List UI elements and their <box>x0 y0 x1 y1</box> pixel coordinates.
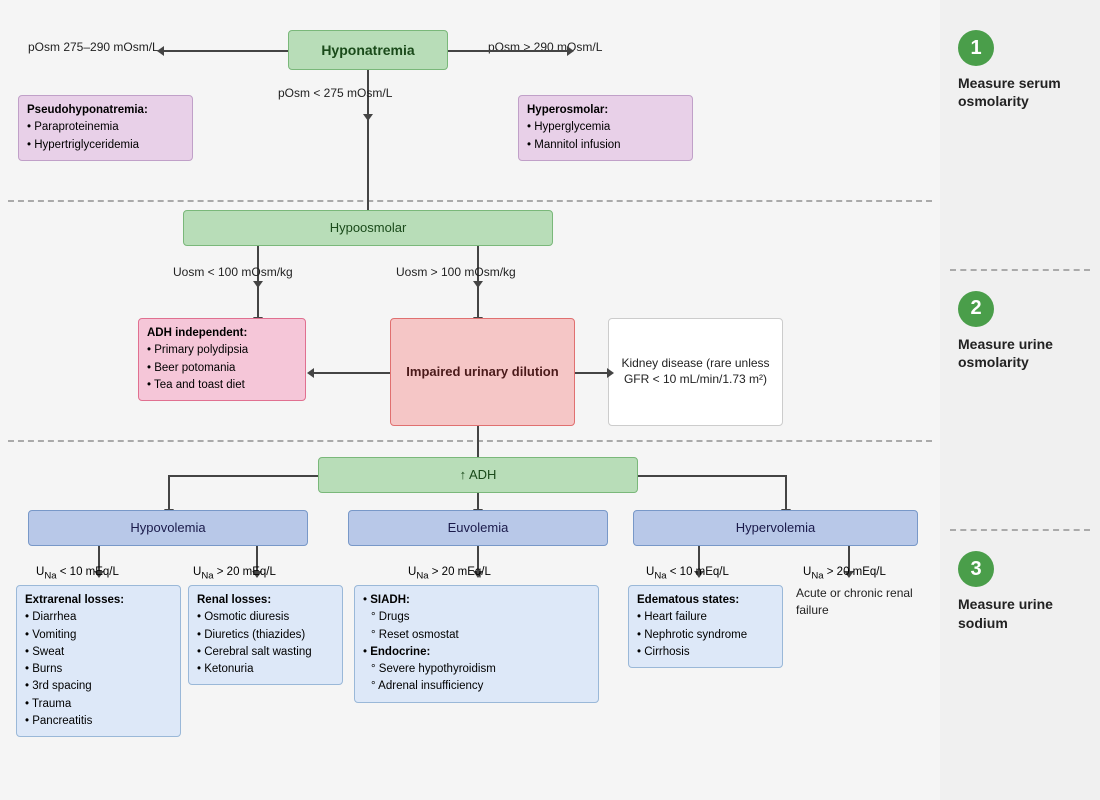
adh-box: ↑ ADH <box>318 457 638 493</box>
kidney-disease-box: Kidney disease (rare unless GFR < 10 mL/… <box>608 318 783 426</box>
flowchart-area: Hyponatremia pOsm 275–290 mOsm/L pOsm > … <box>0 0 940 800</box>
sidebar-step-3: 3 Measure urine sodium <box>950 529 1090 790</box>
una-gt20-hypo: UNa > 20 mEq/L <box>193 566 276 581</box>
impaired-box: Impaired urinary dilution <box>390 318 575 426</box>
arrow-to-hypoosmolar <box>367 116 369 211</box>
arrow-uosm-high-down <box>477 282 479 318</box>
sidebar: 1 Measure serum osmolarity 2 Measure uri… <box>940 0 1100 800</box>
adh-center-v <box>477 493 479 510</box>
uosm-low-label: Uosm < 100 mOsm/kg <box>173 265 293 279</box>
hypoosmolar-box: Hypoosmolar <box>183 210 553 246</box>
una-gt20-hyper: UNa > 20 mEq/L <box>803 566 886 581</box>
sidebar-step-2: 2 Measure urine osmolarity <box>950 269 1090 530</box>
step-1-number: 1 <box>958 30 994 66</box>
step-3-number: 3 <box>958 551 994 587</box>
arrow-to-adh-v <box>477 426 479 458</box>
pseudohypo-box: Pseudohyponatremia: Paraproteinemia Hype… <box>18 95 193 161</box>
posm-low-label: pOsm 275–290 mOsm/L <box>28 40 159 54</box>
divider-1 <box>8 200 932 202</box>
posm-275-label: pOsm < 275 mOsm/L <box>278 86 392 100</box>
arrow-impaired-left <box>313 372 390 374</box>
arrow-impaired-right <box>575 372 608 374</box>
step-2-number: 2 <box>958 291 994 327</box>
una-lt10-hyper: UNa < 10 mEq/L <box>646 566 729 581</box>
hypovolemia-box: Hypovolemia <box>28 510 308 546</box>
adh-left-v <box>168 475 170 510</box>
adh-right-h <box>638 475 786 477</box>
sidebar-step-1: 1 Measure serum osmolarity <box>950 10 1090 269</box>
una-gt20-eu: UNa > 20 mEq/L <box>408 566 491 581</box>
una-lt10-hypo: UNa < 10 mEq/L <box>36 566 119 581</box>
divider-2 <box>8 440 932 442</box>
siadh-box: SIADH: Drugs Reset osmostat Endocrine: S… <box>354 585 599 703</box>
adh-right-v <box>785 475 787 510</box>
arrow-hypo-right <box>448 50 568 52</box>
euvolemia-box: Euvolemia <box>348 510 608 546</box>
hypervolemia-box: Hypervolemia <box>633 510 918 546</box>
step-1-label: Measure serum osmolarity <box>958 74 1082 110</box>
adh-left-h <box>168 475 318 477</box>
renal-failure-box: Acute or chronic renal failure <box>796 585 936 619</box>
arrow-hypo-left <box>163 50 288 52</box>
hyperosmolar-box: Hyperosmolar: Hyperglycemia Mannitol inf… <box>518 95 693 161</box>
arrow-uosm-low-down <box>257 282 259 318</box>
flowchart: Hyponatremia pOsm 275–290 mOsm/L pOsm > … <box>8 10 932 790</box>
renal-losses-box: Renal losses: Osmotic diuresis Diuretics… <box>188 585 343 685</box>
edematous-box: Edematous states: Heart failure Nephroti… <box>628 585 783 668</box>
step-2-label: Measure urine osmolarity <box>958 335 1082 371</box>
uosm-high-label: Uosm > 100 mOsm/kg <box>396 265 516 279</box>
step-3-label: Measure urine sodium <box>958 595 1082 631</box>
extrarenal-box: Extrarenal losses: Diarrhea Vomiting Swe… <box>16 585 181 737</box>
hyponatremia-box: Hyponatremia <box>288 30 448 70</box>
adh-independent-box: ADH independent: Primary polydipsia Beer… <box>138 318 306 401</box>
